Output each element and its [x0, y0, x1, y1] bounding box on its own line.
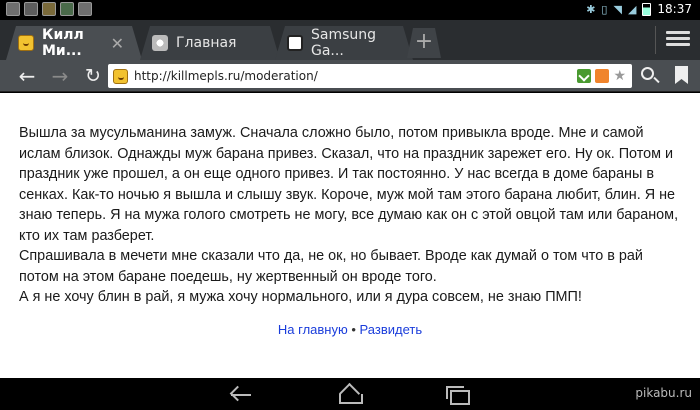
smiley-favicon-icon [113, 68, 128, 84]
notification-icons [6, 2, 92, 16]
web-page: Вышла за мусульманина замуж. Сначала сло… [0, 93, 700, 378]
samsung-favicon-icon [287, 35, 303, 51]
vibrate-icon: ▯ [601, 2, 608, 16]
tab-killmepls[interactable]: Килл Ми... ✕ [6, 26, 142, 60]
story-paragraph: Спрашивала в мечети мне сказали что да, … [19, 248, 643, 285]
nav-home-icon[interactable] [336, 384, 363, 404]
tab-home[interactable]: Главная [140, 26, 280, 60]
store-icon [78, 2, 92, 16]
back-arrow-icon[interactable]: ← [14, 64, 40, 88]
chrome-favicon-icon [152, 35, 168, 51]
app-icon [42, 2, 56, 16]
nav-back-icon[interactable] [228, 384, 254, 404]
android-icon [60, 2, 74, 16]
status-bar: ✱ ▯ ◥ ◢ 18:37 [0, 0, 700, 20]
story-paragraph: А я не хочу блин в рай, я мужа хочу норм… [19, 289, 582, 305]
wifi-icon: ◥ [613, 2, 622, 16]
url-text[interactable]: http://killmepls.ru/moderation/ [134, 69, 577, 83]
download-icon[interactable] [577, 69, 592, 83]
smiley-favicon-icon [18, 35, 34, 51]
reload-icon[interactable]: ↻ [80, 64, 106, 88]
system-icons: ✱ ▯ ◥ ◢ 18:37 [586, 2, 692, 16]
gallery-icon [6, 2, 20, 16]
new-tab-button[interactable]: + [407, 28, 441, 58]
omnibox-icons: ★ [577, 69, 626, 83]
link-separator: • [351, 322, 356, 337]
home-link[interactable]: На главную [278, 322, 348, 337]
close-tab-icon[interactable]: ✕ [111, 34, 124, 53]
battery-icon [642, 2, 652, 16]
unsee-link[interactable]: Развидеть [360, 322, 423, 337]
tab-title: Килл Ми... [42, 27, 84, 59]
menu-icon[interactable] [666, 28, 690, 50]
tab-strip: Килл Ми... ✕ Главная Samsung Ga... + [0, 20, 700, 60]
bluetooth-icon: ✱ [586, 2, 596, 16]
mail-icon [24, 2, 38, 16]
navigation-bar: pikabu.ru [0, 378, 700, 410]
forward-arrow-icon[interactable]: → [47, 64, 73, 88]
search-icon[interactable] [640, 66, 660, 86]
story-paragraph: Вышла за мусульманина замуж. Сначала сло… [19, 125, 679, 244]
signal-icon: ◢ [627, 2, 637, 16]
address-bar[interactable]: http://killmepls.ru/moderation/ ★ [108, 64, 632, 88]
bookmark-icon[interactable] [675, 66, 688, 84]
browser-toolbar: ← → ↻ http://killmepls.ru/moderation/ ★ [0, 60, 700, 92]
story-text: Вышла за мусульманина замуж. Сначала сло… [19, 123, 684, 308]
star-icon[interactable]: ★ [613, 69, 626, 83]
rss-icon[interactable] [595, 69, 610, 83]
story-links: На главную • Развидеть [0, 322, 700, 337]
tab-samsung[interactable]: Samsung Ga... [275, 26, 413, 60]
clock: 18:37 [657, 2, 692, 16]
divider [655, 26, 656, 54]
tab-title: Главная [176, 35, 237, 51]
watermark: pikabu.ru [635, 386, 692, 400]
nav-recent-apps-icon[interactable] [444, 384, 470, 405]
tab-title: Samsung Ga... [311, 27, 377, 59]
